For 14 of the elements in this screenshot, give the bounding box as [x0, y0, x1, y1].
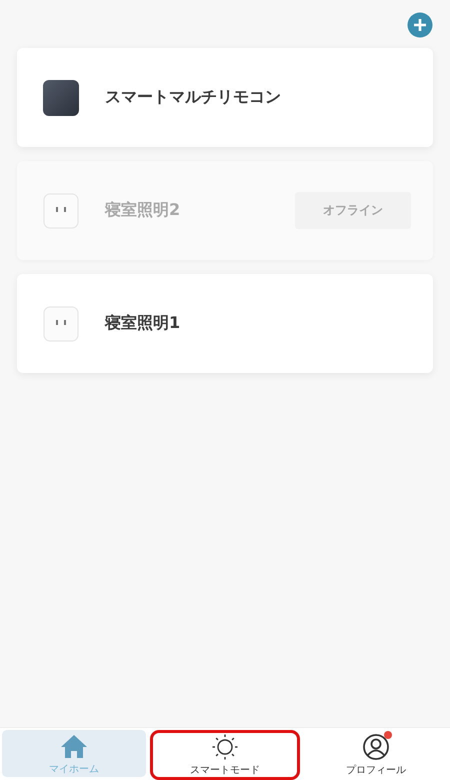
- nav-tab[interactable]: プロフィール: [304, 730, 448, 780]
- device-card[interactable]: スマートマルチリモコン: [17, 48, 433, 147]
- sun-icon: [211, 733, 239, 761]
- profile-icon: [362, 733, 390, 761]
- device-name: 寝室照明2: [105, 200, 182, 221]
- device-card[interactable]: 寝室照明1: [17, 274, 433, 373]
- device-name: 寝室照明1: [105, 313, 182, 334]
- plug-icon: [43, 192, 79, 228]
- add-button[interactable]: [407, 12, 433, 38]
- plug-icon: [43, 306, 79, 342]
- remote-icon: [43, 80, 79, 116]
- nav-tab[interactable]: スマートモード: [150, 730, 300, 780]
- device-name: スマートマルチリモコン: [105, 87, 282, 108]
- status-label: オフライン: [295, 192, 411, 229]
